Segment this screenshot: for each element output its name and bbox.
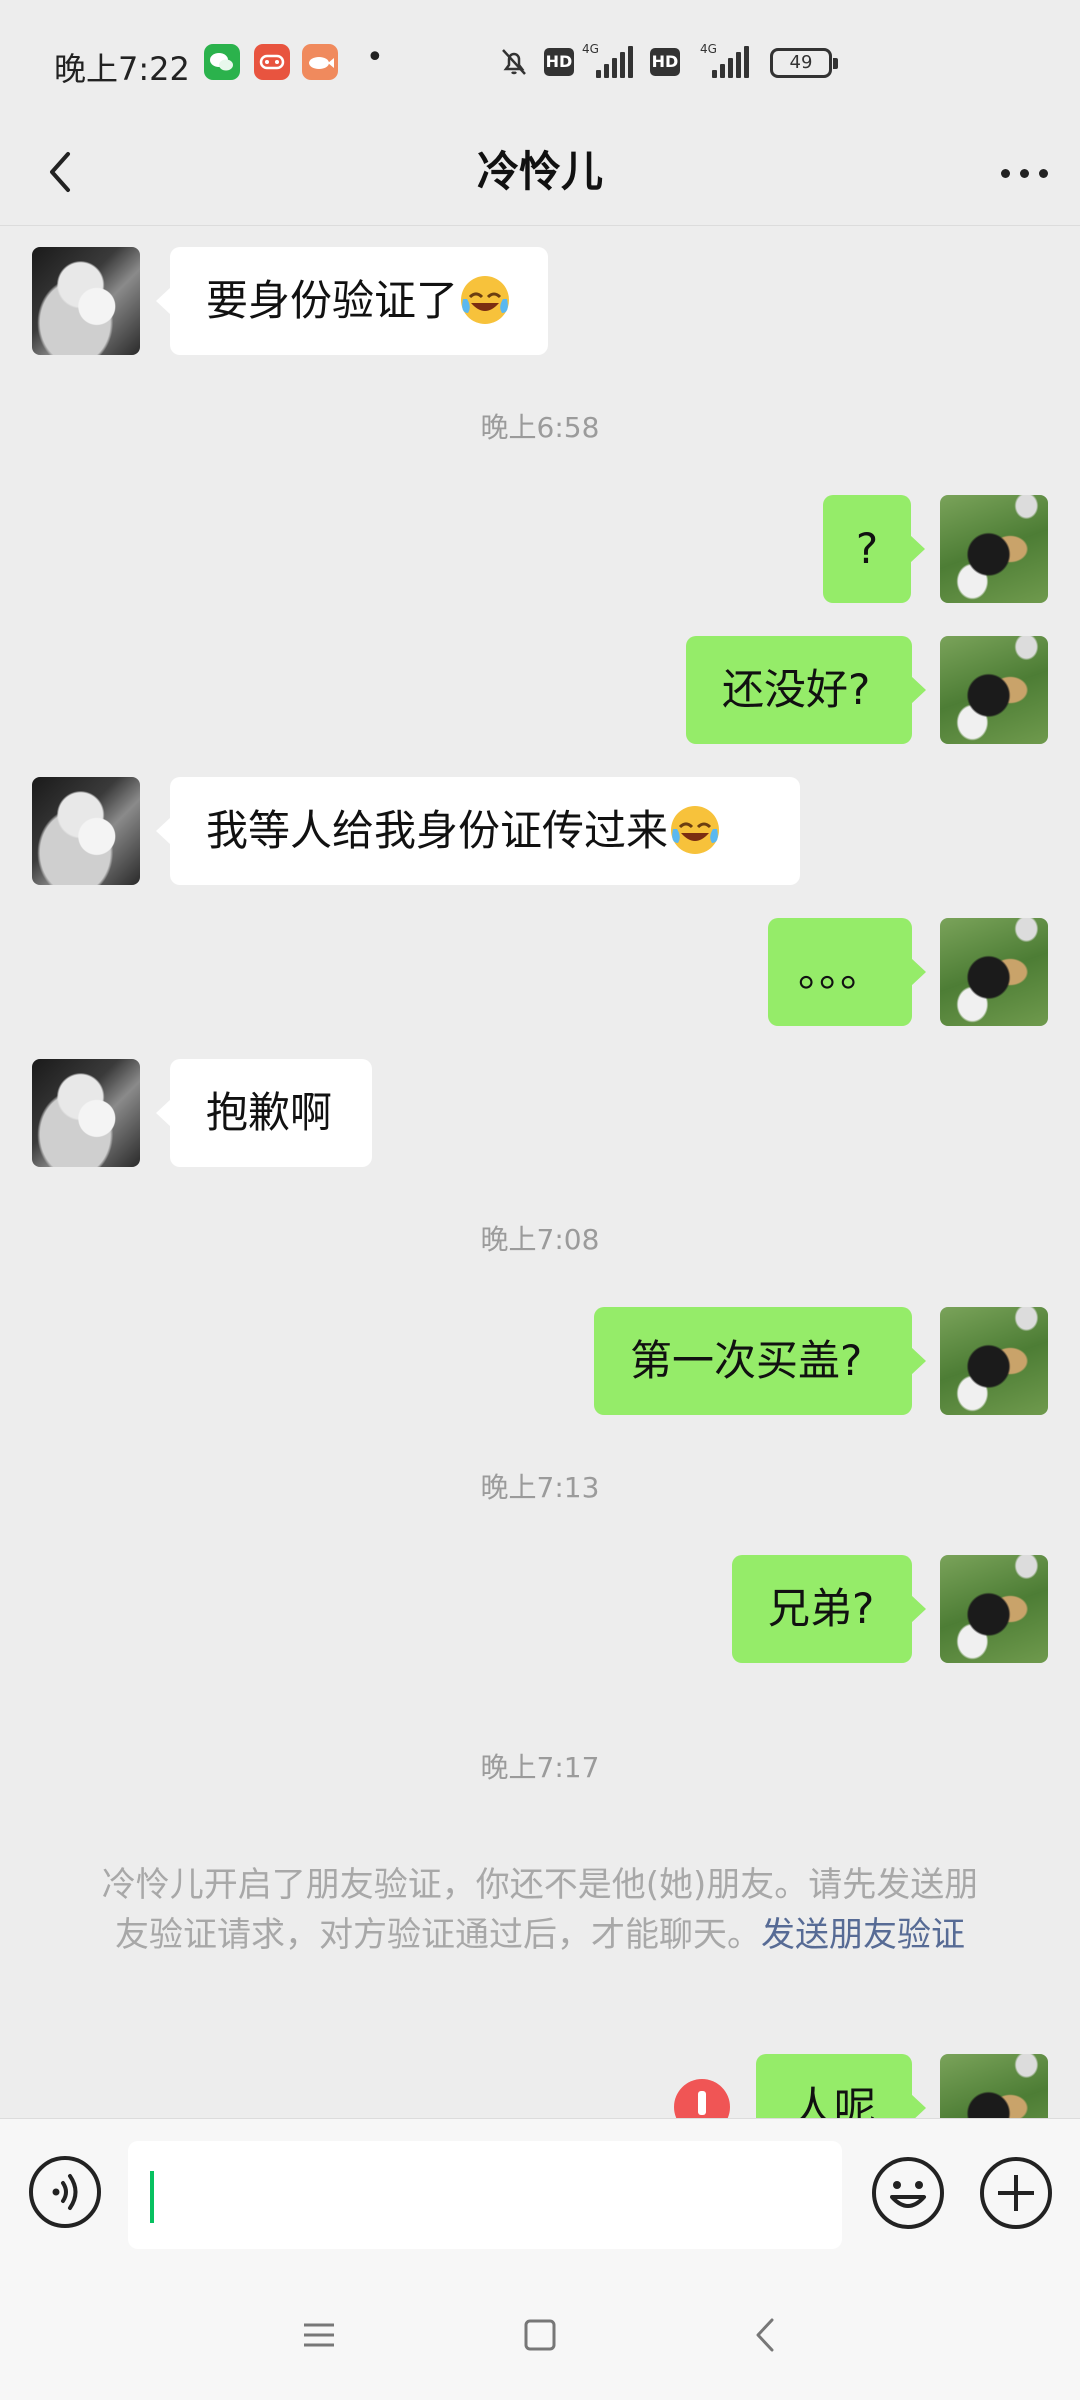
my-avatar[interactable] xyxy=(940,1307,1048,1415)
timestamp: 晚上7:13 xyxy=(480,1471,600,1504)
more-dot-icon xyxy=(1020,169,1029,178)
message-bubble-outgoing[interactable]: ? xyxy=(823,495,925,603)
system-back-button[interactable] xyxy=(742,2310,792,2360)
mute-bell-icon xyxy=(496,44,532,80)
message-text: 。。。 xyxy=(797,947,882,996)
more-dot-icon xyxy=(1001,169,1010,178)
notification-dot: • xyxy=(366,40,384,75)
battery-icon: 49 xyxy=(770,48,838,78)
timestamp: 晚上7:08 xyxy=(480,1223,600,1256)
emoji-button[interactable] xyxy=(870,2155,946,2231)
message-bubble-incoming[interactable]: 要身份验证了 xyxy=(155,247,549,355)
message-bubble-outgoing[interactable]: 。。。 xyxy=(768,918,926,1026)
message-text: 人呢 xyxy=(792,2083,877,2118)
text-caret xyxy=(150,2171,154,2223)
message-bubble-outgoing[interactable]: 兄弟? xyxy=(732,1555,926,1663)
input-bar xyxy=(0,2118,1080,2270)
message-bubble-outgoing[interactable]: 第一次买盖? xyxy=(594,1307,926,1415)
voice-input-button[interactable] xyxy=(28,2155,102,2229)
signal-icon xyxy=(596,46,636,78)
menu-icon xyxy=(304,2323,334,2347)
chat-area[interactable]: 要身份验证了 晚上6:58 ? 还没好? 我等人给我身份证传过来 。。。 抱歉啊… xyxy=(0,226,1080,2118)
message-text: 要身份验证了 xyxy=(206,276,459,325)
message-text: 还没好? xyxy=(722,665,871,714)
menu-button[interactable] xyxy=(294,2310,344,2360)
contact-avatar[interactable] xyxy=(32,777,140,885)
contact-avatar[interactable] xyxy=(32,1059,140,1167)
status-time: 晚上7:22 xyxy=(54,50,190,88)
rofl-emoji-icon xyxy=(461,275,510,324)
contact-avatar[interactable] xyxy=(32,247,140,355)
message-bubble-outgoing[interactable]: 还没好? xyxy=(686,636,926,744)
game-icon xyxy=(254,44,290,80)
back-arrow-icon xyxy=(756,2318,774,2352)
system-nav-bar xyxy=(0,2270,1080,2400)
message-text: ? xyxy=(855,524,879,573)
send-verification-link[interactable]: 发送朋友验证 xyxy=(761,1915,965,1955)
hd-badge: HD xyxy=(544,48,574,76)
my-avatar[interactable] xyxy=(940,918,1048,1026)
voice-icon xyxy=(29,2156,101,2228)
rofl-emoji-icon xyxy=(671,805,720,854)
chat-header: 冷怜儿 xyxy=(0,118,1080,226)
wechat-icon xyxy=(204,44,240,80)
message-text: 兄弟? xyxy=(768,1584,875,1633)
home-square-icon xyxy=(524,2319,556,2351)
fish-app-icon xyxy=(302,44,338,80)
back-button[interactable] xyxy=(28,138,96,206)
timestamp: 晚上7:17 xyxy=(480,1751,600,1784)
friend-verification-notice: 冷怜儿开启了朋友验证，你还不是他(她)朋友。请先发送朋友验证请求，对方验证通过后… xyxy=(90,1860,990,1960)
more-dot-icon xyxy=(1039,169,1048,178)
my-avatar[interactable] xyxy=(940,495,1048,603)
timestamp: 晚上6:58 xyxy=(480,411,600,444)
chevron-left-icon xyxy=(50,152,70,192)
hd-badge: HD xyxy=(650,48,680,76)
chat-title: 冷怜儿 xyxy=(476,147,603,196)
my-avatar[interactable] xyxy=(940,636,1048,744)
message-bubble-incoming[interactable]: 我等人给我身份证传过来 xyxy=(156,777,800,885)
more-button[interactable] xyxy=(990,142,1060,202)
smiley-icon xyxy=(872,2157,944,2229)
send-failed-icon[interactable] xyxy=(674,2079,730,2118)
message-input[interactable] xyxy=(128,2141,842,2249)
my-avatar[interactable] xyxy=(940,1555,1048,1663)
plus-icon xyxy=(980,2157,1052,2229)
my-avatar[interactable] xyxy=(940,2054,1048,2118)
more-functions-button[interactable] xyxy=(978,2155,1054,2231)
message-bubble-incoming[interactable]: 抱歉啊 xyxy=(156,1059,372,1167)
message-text: 我等人给我身份证传过来 xyxy=(206,806,669,855)
message-text: 第一次买盖? xyxy=(630,1336,863,1385)
message-bubble-outgoing[interactable]: 人呢 xyxy=(756,2054,926,2118)
message-text: 抱歉啊 xyxy=(206,1088,333,1137)
signal-icon xyxy=(712,46,752,78)
home-button[interactable] xyxy=(515,2310,565,2360)
status-bar: 晚上7:22 • HD 4G HD 4G 49 xyxy=(0,0,1080,118)
